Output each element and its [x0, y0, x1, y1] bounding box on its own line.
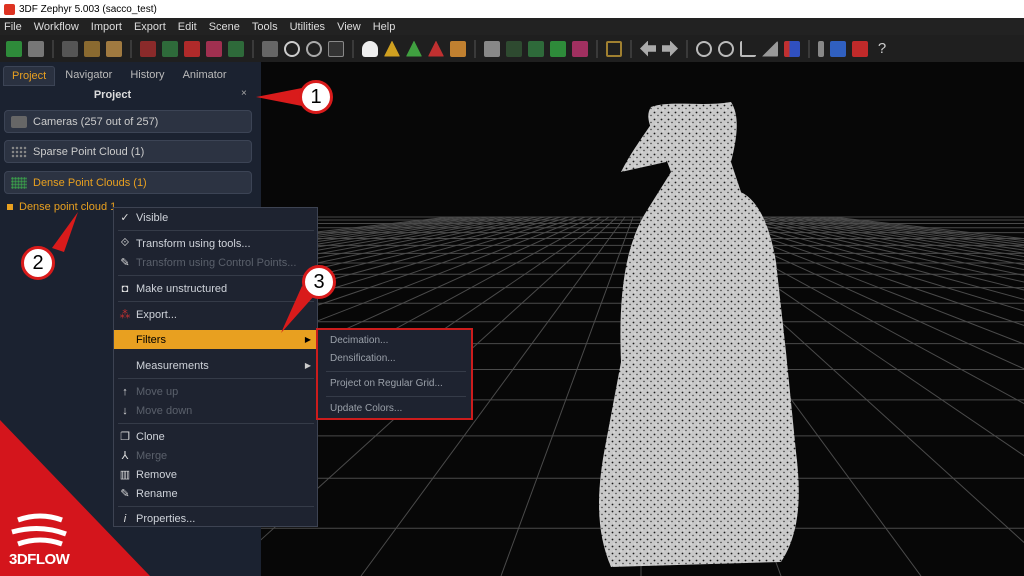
- callout-arrow-1: [256, 88, 302, 106]
- callout-3: 3: [302, 265, 336, 299]
- callout-arrow-2: [52, 212, 78, 252]
- callout-arrows: [52, 88, 314, 333]
- callout-1: 1: [299, 80, 333, 114]
- callout-2: 2: [21, 246, 55, 280]
